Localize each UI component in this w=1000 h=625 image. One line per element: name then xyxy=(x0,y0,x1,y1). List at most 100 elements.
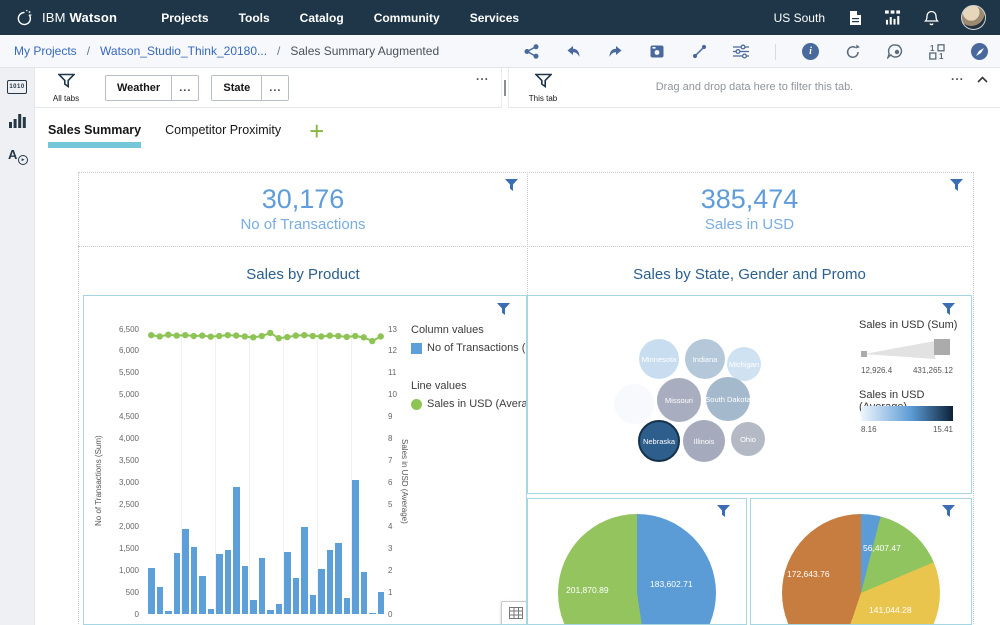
text-media-icon[interactable]: A▸ xyxy=(8,147,26,163)
filter-drop-hint: Drag and drop data here to filter this t… xyxy=(509,81,1000,93)
watson-logo-icon xyxy=(14,8,34,28)
binary-data-icon[interactable]: 11 xyxy=(929,44,945,60)
this-tab-label: This tab xyxy=(521,94,565,103)
filter-chip-weather[interactable]: Weather ... xyxy=(105,75,199,101)
user-avatar[interactable] xyxy=(961,5,986,30)
collapse-chevron-icon[interactable] xyxy=(977,76,988,83)
y-tick: 2,000 xyxy=(119,522,139,531)
kpi-label: Sales in USD xyxy=(527,216,972,233)
refresh-icon[interactable] xyxy=(845,44,861,60)
filter-funnel-icon[interactable] xyxy=(497,303,510,315)
chip-more-icon[interactable]: ... xyxy=(261,76,288,100)
bubble-michigan[interactable]: Michigan xyxy=(727,347,761,381)
left-icon-rail: 1010 A▸ xyxy=(0,68,35,625)
kpi-value: 385,474 xyxy=(527,184,972,215)
y-tick: 5,000 xyxy=(119,390,139,399)
panel-more-icon[interactable]: ... xyxy=(476,69,489,83)
breadcrumb-bar: My Projects / Watson_Studio_Think_20180.… xyxy=(0,35,1000,68)
y-tick: 6 xyxy=(388,478,392,487)
size-legend-wedge xyxy=(861,336,953,362)
snapshot-icon[interactable] xyxy=(649,44,665,60)
filter-panel-this-tab: This tab Drag and drop data here to filt… xyxy=(509,68,1000,108)
breadcrumb-separator: / xyxy=(87,44,90,58)
y-tick: 6,500 xyxy=(119,325,139,334)
filter-funnel-icon[interactable] xyxy=(717,505,730,517)
pie-slice-label: 183,602.71 xyxy=(650,579,693,589)
filter-funnel-icon[interactable] xyxy=(942,505,955,517)
watson-studio-dashboard: IBM Watson Projects Tools Catalog Community… xyxy=(0,0,1000,625)
nav-item-tools[interactable]: Tools xyxy=(239,11,270,25)
filter-funnel-icon[interactable] xyxy=(950,179,963,191)
chip-more-icon[interactable]: ... xyxy=(171,76,198,100)
undo-icon[interactable] xyxy=(565,44,581,60)
color-legend-gradient xyxy=(861,406,953,421)
bubble-illinois[interactable]: Illinois xyxy=(683,420,725,462)
redo-icon[interactable] xyxy=(607,44,623,60)
kpi-transactions[interactable]: 30,176 No of Transactions xyxy=(79,184,527,233)
y-tick: 2,500 xyxy=(119,500,139,509)
dashboard-tab-bar: Sales Summary Competitor Proximity + xyxy=(35,108,1000,155)
breadcrumb-project[interactable]: Watson_Studio_Think_20180... xyxy=(100,44,267,58)
info-icon[interactable]: i xyxy=(802,43,819,60)
y-tick: 500 xyxy=(126,588,139,597)
y-tick: 0 xyxy=(135,610,139,619)
pie-chart[interactable] xyxy=(558,514,716,625)
line-series[interactable] xyxy=(147,329,385,614)
y-tick: 1 xyxy=(388,588,392,597)
dashboards-icon[interactable] xyxy=(885,10,901,26)
share-icon[interactable] xyxy=(523,44,539,60)
line-swatch xyxy=(411,399,422,410)
filter-panel-splitter[interactable] xyxy=(501,68,509,108)
bubble-minnesota[interactable]: Minnesota xyxy=(639,339,679,379)
tab-competitor-proximity[interactable]: Competitor Proximity xyxy=(165,123,281,151)
add-tab-button[interactable]: + xyxy=(309,123,324,139)
explore-compass-icon[interactable] xyxy=(971,43,988,60)
bubble-indiana[interactable]: Indiana xyxy=(685,339,725,379)
legend-line-item[interactable]: Sales in USD (Avera... xyxy=(411,398,526,410)
tab-sales-summary[interactable]: Sales Summary xyxy=(48,123,141,151)
y-tick: 4,500 xyxy=(119,412,139,421)
y-tick: 3 xyxy=(388,544,392,553)
filter-sliders-icon[interactable] xyxy=(733,44,749,60)
nav-item-community[interactable]: Community xyxy=(374,11,440,25)
filter-funnel-icon[interactable] xyxy=(505,179,518,191)
link-icon[interactable] xyxy=(691,44,707,60)
top-nav: IBM Watson Projects Tools Catalog Community… xyxy=(0,0,1000,35)
bubble-missouri[interactable]: Missouri xyxy=(657,378,701,422)
all-tabs-filter[interactable]: All tabs xyxy=(43,73,89,103)
filter-more-icon[interactable]: ... xyxy=(951,69,964,83)
bubble-faint[interactable] xyxy=(614,384,654,424)
kpi-sales-usd[interactable]: 385,474 Sales in USD xyxy=(527,184,972,233)
all-tabs-label: All tabs xyxy=(43,94,89,103)
visualizations-icon[interactable] xyxy=(9,113,26,128)
y-axis-left-ticks: 6,5006,0005,5005,0004,5004,0003,5003,000… xyxy=(92,296,139,624)
data-sources-icon[interactable]: 1010 xyxy=(7,80,27,94)
breadcrumb-my-projects[interactable]: My Projects xyxy=(14,44,77,58)
document-icon[interactable] xyxy=(847,10,863,26)
nav-item-projects[interactable]: Projects xyxy=(161,11,208,25)
legend-line-header: Line values xyxy=(411,380,526,392)
nav-item-services[interactable]: Services xyxy=(470,11,519,25)
ibm-watson-brand[interactable]: IBM Watson xyxy=(14,8,117,28)
nav-item-catalog[interactable]: Catalog xyxy=(300,11,344,25)
y-tick: 4 xyxy=(388,522,392,531)
bubble-nebraska[interactable]: Nebraska xyxy=(638,420,680,462)
size-legend-title: Sales in USD (Sum) xyxy=(859,319,957,331)
y-tick: 2 xyxy=(388,566,392,575)
filter-panel-all-tabs: All tabs Weather ... State ... ... xyxy=(35,68,501,108)
comment-icon[interactable] xyxy=(887,44,903,60)
section-title-sales-by-state: Sales by State, Gender and Promo xyxy=(527,266,972,283)
show-data-table-button[interactable] xyxy=(501,601,527,625)
kpi-label: No of Transactions xyxy=(79,216,527,233)
legend-column-item[interactable]: No of Transactions (... xyxy=(411,342,526,354)
breadcrumb-current-page: Sales Summary Augmented xyxy=(290,44,439,58)
y-axis-right-ticks: 131211109876543210 xyxy=(388,296,408,624)
legend-column-header: Column values xyxy=(411,324,526,336)
bubble-south-dakota[interactable]: South Dakota xyxy=(706,377,750,421)
bubble-ohio[interactable]: Ohio xyxy=(731,422,765,456)
filter-chip-state[interactable]: State ... xyxy=(211,75,289,101)
pie-chart-panel-promo: 56,407.47141,044.28172,643.76 xyxy=(750,498,972,625)
combo-chart-plot[interactable] xyxy=(147,329,385,614)
region-label[interactable]: US South xyxy=(774,11,825,25)
notifications-bell-icon[interactable] xyxy=(923,10,939,26)
